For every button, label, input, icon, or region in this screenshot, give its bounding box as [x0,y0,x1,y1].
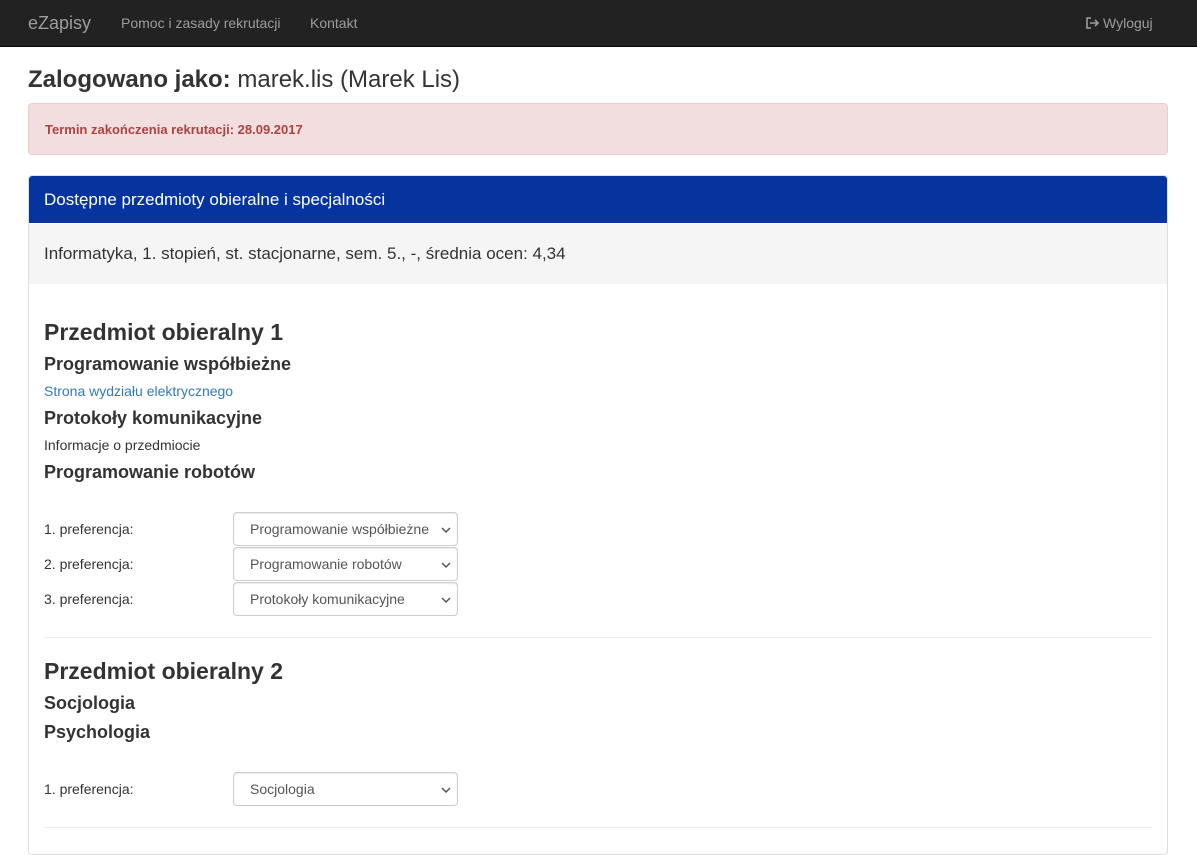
nav-help-link[interactable]: Pomoc i zasady rekrutacji [121,14,281,32]
section-divider [44,637,1152,638]
panel-title: Dostępne przedmioty obieralne i specjaln… [44,190,386,209]
preference-label: 2. preferencja: [44,556,134,572]
deadline-alert-text: Termin zakończenia rekrutacji: 28.09.201… [45,122,303,137]
course-link[interactable]: Strona wydziału elektrycznego [44,383,233,399]
preference-1-select[interactable]: Socjologia [233,772,458,806]
preference-1-select[interactable]: Programowanie współbieżne [233,512,458,546]
preference-2-select[interactable]: Programowanie robotów [233,547,458,581]
course-name: Programowanie robotów [44,462,256,482]
course-name: Programowanie współbieżne [44,354,292,374]
logged-in-label: Zalogowano jako: [28,66,231,93]
chevron-down-icon [441,562,451,569]
logged-in-user: marek.lis (Marek Lis) [237,66,461,93]
select-value: Protokoły komunikacyjne [250,591,405,607]
select-value: Socjologia [250,781,315,797]
preference-3-select[interactable]: Protokoły komunikacyjne [233,582,458,616]
brand-logo[interactable]: eZapisy [28,12,91,34]
deadline-alert: Termin zakończenia rekrutacji: 28.09.201… [28,103,1168,155]
preference-label: 3. preferencja: [44,591,134,607]
section-title: Przedmiot obieralny 1 [44,319,284,345]
logged-in-heading: Zalogowano jako: marek.lis (Marek Lis) [28,66,460,94]
course-info: Informacje o przedmiocie [44,437,201,453]
preference-label: 1. preferencja: [44,521,134,537]
chevron-down-icon [441,527,451,534]
section-divider [44,827,1152,828]
electives-panel: Dostępne przedmioty obieralne i specjaln… [28,175,1168,855]
chevron-down-icon [441,787,451,794]
navbar: eZapisy Pomoc i zasady rekrutacji Kontak… [0,0,1197,47]
select-value: Programowanie robotów [250,556,402,572]
nav-contact-link[interactable]: Kontakt [310,14,357,32]
chevron-down-icon [441,597,451,604]
panel-subheading: Informatyka, 1. stopień, st. stacjonarne… [29,224,1167,284]
select-value: Programowanie współbieżne [250,521,429,537]
preference-label: 1. preferencja: [44,781,134,797]
study-info: Informatyka, 1. stopień, st. stacjonarne… [44,244,566,263]
course-name: Psychologia [44,722,151,742]
course-name: Protokoły komunikacyjne [44,408,263,428]
logout-button[interactable]: Wyloguj [1085,14,1153,32]
section-title: Przedmiot obieralny 2 [44,658,284,684]
sign-out-icon [1086,17,1100,29]
panel-heading: Dostępne przedmioty obieralne i specjaln… [29,176,1167,223]
course-name: Socjologia [44,693,136,713]
logout-label: Wyloguj [1103,15,1153,31]
